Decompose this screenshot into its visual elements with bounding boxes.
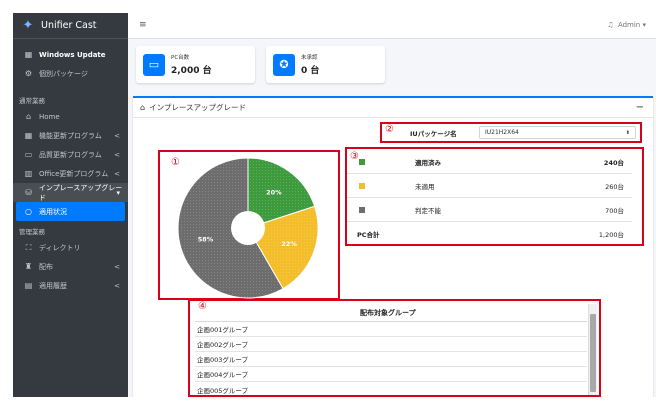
package-select-value: IU21H2X64 xyxy=(485,129,519,136)
status-name: 未適用 xyxy=(415,182,435,191)
sidebar-section-admin: 管理業務 xyxy=(19,228,45,236)
sidebar-item-label: 個別パッケージ xyxy=(39,69,88,78)
windows-icon: ▦ xyxy=(24,131,33,140)
sidebar-item-label: Windows Update xyxy=(39,50,106,59)
sidebar-item-label: ディレクトリ xyxy=(39,243,81,252)
bell-icon: ♫ xyxy=(607,21,614,29)
home-icon: ⌂ xyxy=(25,112,32,121)
user-menu[interactable]: ♫ Admin ▾ xyxy=(607,21,646,29)
sidebar-item-label: 適用状況 xyxy=(39,207,67,216)
status-name: 適用済み xyxy=(415,158,441,167)
table-row: 判定不能 700台 xyxy=(347,198,632,222)
sidebar-item-label: Office更新プログラム xyxy=(39,169,109,178)
card-title: インプレースアップグレード xyxy=(149,103,246,112)
sidebar-item-inplace-upgrade[interactable]: ⛁ インプレースアップグレード ▾ xyxy=(13,183,128,202)
hamburger-icon[interactable]: ≡ xyxy=(139,20,147,30)
package-label: IUパッケージ名 xyxy=(410,130,457,138)
list-item[interactable]: 企画001グループ xyxy=(195,322,587,337)
app-frame: ✦ Unifier Cast ▦ Windows Update ⚙ 個別パッケー… xyxy=(13,13,656,397)
card-header: ⌂ インプレースアップグレード xyxy=(133,98,653,118)
legend-swatch xyxy=(359,158,365,165)
sitemap-icon: ⛶ xyxy=(25,242,32,252)
info-box-value: 0 台 xyxy=(301,66,320,76)
chevron-left-icon: < xyxy=(114,262,120,271)
sidebar-item-windows-update[interactable]: ▦ Windows Update xyxy=(13,45,128,64)
info-box-unapproved: ✪ 未承認 0 台 xyxy=(266,46,385,83)
info-box-pc-count: ▭ PC台数 2,000 台 xyxy=(136,46,255,83)
chevron-left-icon: < xyxy=(114,131,120,140)
package-icon: ⚙ xyxy=(24,69,33,78)
list-item[interactable]: 企画002グループ xyxy=(195,337,587,352)
table-row: 適用済み 240台 xyxy=(347,150,632,174)
collapse-button[interactable]: − xyxy=(636,102,644,113)
brand-name: Unifier Cast xyxy=(41,20,97,31)
sidebar-item-office-update[interactable]: ▥ Office更新プログラム < xyxy=(13,164,128,183)
sidebar-section-normal: 通常業務 xyxy=(19,97,45,105)
pie-hole xyxy=(231,211,265,245)
award-icon: ✪ xyxy=(273,53,295,76)
sidebar-item-directory[interactable]: ⛶ ディレクトリ xyxy=(13,238,128,257)
drive-icon: ⛁ xyxy=(25,188,32,197)
chart-icon: ▥ xyxy=(24,169,33,178)
chevron-left-icon: < xyxy=(114,169,120,178)
sidebar-item-label: 機能更新プログラム xyxy=(39,131,102,140)
windows-icon: ▦ xyxy=(24,50,33,59)
status-pie-chart: 20% 22% 58% xyxy=(177,157,319,299)
sidebar-item-quality-update[interactable]: ▭ 品質更新プログラム < xyxy=(13,145,128,164)
total-row: PC合計 1,200台 xyxy=(347,222,632,246)
sidebar-item-packages[interactable]: ⚙ 個別パッケージ xyxy=(13,64,128,83)
sidebar-item-label: 配布 xyxy=(39,262,53,271)
brand-logo-icon: ✦ xyxy=(22,17,34,33)
scrollbar[interactable] xyxy=(588,304,597,395)
pie-label: 22% xyxy=(281,240,297,248)
pie-label: 58% xyxy=(198,235,214,243)
sidebar-item-label: 品質更新プログラム xyxy=(39,150,102,159)
top-navbar: ≡ ♫ Admin ▾ xyxy=(128,13,656,39)
laptop-icon: ▭ xyxy=(143,53,165,76)
status-name: 判定不能 xyxy=(415,206,441,215)
trophy-icon: ♜ xyxy=(24,262,33,271)
home-icon: ⌂ xyxy=(140,103,146,112)
sidebar-item-label: 適用履歴 xyxy=(39,281,67,290)
user-menu-label: Admin ▾ xyxy=(617,21,646,29)
total-value: 1,200台 xyxy=(598,231,624,239)
chevron-left-icon: < xyxy=(114,281,120,290)
sidebar-item-label: インプレースアップグレード xyxy=(38,183,123,202)
list-item[interactable]: 企画003グループ xyxy=(195,352,587,367)
pie-label: 20% xyxy=(266,188,282,196)
circle-icon: ○ xyxy=(25,207,32,216)
sidebar-item-history[interactable]: ▤ 適用履歴 < xyxy=(13,276,128,295)
info-box-label: PC台数 xyxy=(171,55,190,61)
list-item[interactable]: 企画004グループ xyxy=(195,367,587,382)
status-table: 適用済み 240台 未適用 260台 判定不能 700台 PC合計 1,200台 xyxy=(347,150,632,244)
status-value: 260台 xyxy=(605,182,624,191)
total-label: PC合計 xyxy=(357,231,380,239)
sidebar-item-distribution[interactable]: ♜ 配布 < xyxy=(13,257,128,276)
sidebar-item-apply-status[interactable]: ○ 適用状況 xyxy=(16,202,125,221)
chevron-left-icon: < xyxy=(114,150,120,159)
info-box-label: 未承認 xyxy=(301,55,318,61)
table-row: 未適用 260台 xyxy=(347,174,632,198)
group-list-header: 配布対象グループ xyxy=(360,309,416,317)
info-box-value: 2,000 台 xyxy=(171,66,212,76)
group-list: 配布対象グループ 企画001グループ 企画002グループ 企画003グループ 企… xyxy=(190,301,599,397)
sidebar: ✦ Unifier Cast ▦ Windows Update ⚙ 個別パッケー… xyxy=(13,13,128,397)
file-icon: ▤ xyxy=(24,281,33,290)
list-item[interactable]: 企画005グループ xyxy=(195,382,587,397)
select-arrow-icon: ⬍ xyxy=(625,129,630,136)
sidebar-item-feature-update[interactable]: ▦ 機能更新プログラム < xyxy=(13,126,128,145)
callout-2: ② xyxy=(385,124,394,135)
legend-swatch xyxy=(359,182,365,189)
sidebar-item-home[interactable]: ⌂ Home xyxy=(13,107,128,126)
scrollbar-thumb[interactable] xyxy=(590,314,596,392)
chevron-down-icon: ▾ xyxy=(116,188,120,197)
status-value: 240台 xyxy=(603,158,624,167)
status-value: 700台 xyxy=(605,206,624,215)
monitor-icon: ▭ xyxy=(24,150,33,159)
legend-swatch xyxy=(359,206,365,213)
brand[interactable]: ✦ Unifier Cast xyxy=(13,13,128,39)
sidebar-item-label: Home xyxy=(39,112,60,121)
package-select[interactable]: IU21H2X64 ⬍ xyxy=(479,126,636,139)
